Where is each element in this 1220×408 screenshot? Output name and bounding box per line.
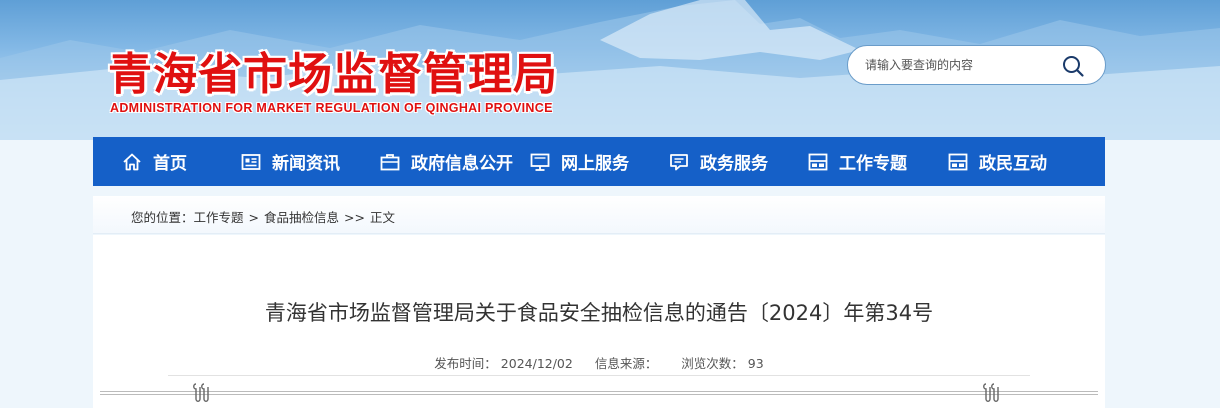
publish-date: 2024/12/02 bbox=[500, 356, 573, 371]
layout-icon bbox=[807, 151, 829, 173]
nav-label: 政府信息公开 bbox=[411, 154, 513, 174]
nav-label: 工作专题 bbox=[839, 154, 907, 174]
article-title: 青海省市场监督管理局关于食品安全抽检信息的通告〔2024〕年第34号 bbox=[264, 301, 934, 325]
layout-icon bbox=[947, 151, 969, 173]
search-box bbox=[847, 45, 1106, 85]
binder-clip-icon bbox=[980, 381, 1002, 405]
nav-label: 网上服务 bbox=[561, 154, 629, 174]
home-icon bbox=[121, 151, 143, 173]
article-panel: 青海省市场监督管理局关于食品安全抽检信息的通告〔2024〕年第34号 发布时间：… bbox=[93, 235, 1105, 408]
breadcrumb-prefix: 您的位置： bbox=[131, 210, 194, 225]
nav-item-home[interactable]: 首页 bbox=[121, 137, 187, 186]
breadcrumb-separator: > bbox=[248, 210, 260, 225]
search-icon[interactable] bbox=[1061, 54, 1085, 78]
main-nav: 首页 新闻资讯 政府信息公开 网上服务 政务服务 工作专题 政民互动 bbox=[93, 137, 1105, 186]
breadcrumb-separator: >> bbox=[344, 210, 365, 225]
news-icon bbox=[240, 151, 262, 173]
date-label: 发布时间： bbox=[434, 356, 497, 371]
nav-label: 新闻资讯 bbox=[272, 154, 340, 174]
view-count: 93 bbox=[747, 356, 764, 371]
meta-divider bbox=[168, 375, 1030, 376]
binder-clip-icon bbox=[190, 381, 212, 405]
breadcrumb-item-current: 正文 bbox=[369, 210, 395, 225]
breadcrumb-item-topics[interactable]: 工作专题 bbox=[194, 207, 244, 226]
views-label: 浏览次数： bbox=[681, 356, 744, 371]
monitor-icon bbox=[529, 151, 551, 173]
chat-icon bbox=[668, 151, 690, 173]
breadcrumb: 您的位置：工作专题 > 食品抽检信息 >> 正文 bbox=[93, 196, 1105, 234]
nav-item-online-service[interactable]: 网上服务 bbox=[529, 137, 629, 186]
source-label: 信息来源： bbox=[594, 356, 658, 371]
nav-item-gov-info[interactable]: 政府信息公开 bbox=[379, 137, 513, 186]
site-title[interactable]: 青海省市场监督管理局 bbox=[108, 38, 558, 102]
breadcrumb-trail: 您的位置：工作专题 > 食品抽检信息 >> 正文 bbox=[131, 207, 395, 226]
breadcrumb-item-food-inspection[interactable]: 食品抽检信息 bbox=[264, 207, 339, 226]
nav-label: 首页 bbox=[153, 154, 187, 174]
nav-item-news[interactable]: 新闻资讯 bbox=[240, 137, 340, 186]
nav-label: 政民互动 bbox=[979, 154, 1047, 174]
header-banner: 青海省市场监督管理局 ADMINISTRATION FOR MARKET REG… bbox=[0, 0, 1220, 140]
nav-label: 政务服务 bbox=[700, 154, 768, 174]
site-subtitle: ADMINISTRATION FOR MARKET REGULATION OF … bbox=[110, 101, 553, 115]
nav-item-interaction[interactable]: 政民互动 bbox=[947, 137, 1047, 186]
briefcase-icon bbox=[379, 151, 401, 173]
search-input[interactable] bbox=[865, 50, 1055, 80]
article-meta: 发布时间： 2024/12/02 信息来源： 浏览次数： 93 bbox=[93, 353, 1105, 372]
nav-item-gov-service[interactable]: 政务服务 bbox=[668, 137, 768, 186]
nav-item-topics[interactable]: 工作专题 bbox=[807, 137, 907, 186]
content-rule bbox=[100, 391, 1098, 395]
